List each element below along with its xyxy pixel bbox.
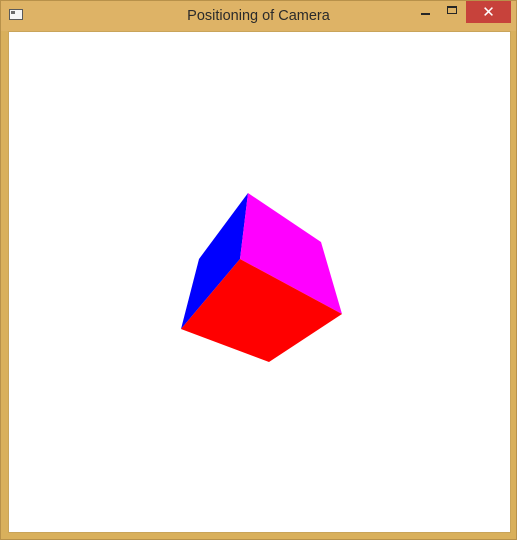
close-button[interactable]: ✕ [466,1,511,23]
title-bar[interactable]: Positioning of Camera ✕ [1,1,516,31]
window-app-icon[interactable] [9,9,23,20]
app-window: Positioning of Camera ✕ [0,0,517,540]
close-icon: ✕ [482,3,495,21]
render-viewport[interactable] [8,31,511,533]
minimize-button[interactable] [411,1,439,23]
cube-canvas [181,193,342,362]
maximize-button[interactable] [439,1,466,23]
